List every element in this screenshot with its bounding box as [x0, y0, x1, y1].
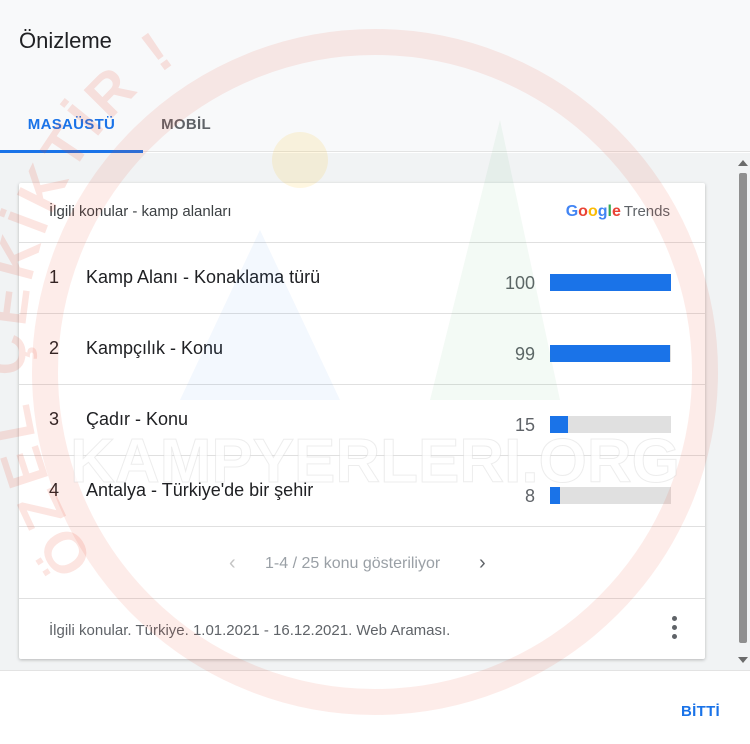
topic-bar-track: [550, 416, 671, 433]
scrollbar[interactable]: [736, 153, 750, 670]
topic-rank: 2: [49, 338, 60, 358]
tab-mobile[interactable]: MOBİL: [143, 96, 229, 152]
tab-desktop[interactable]: MASAÜSTÜ: [0, 96, 143, 153]
list-item[interactable]: 4 Antalya - Türkiye'de bir şehir 8: [19, 456, 705, 527]
logo-letter-e: e: [611, 203, 621, 220]
topic-rank: 1: [49, 267, 60, 287]
done-button[interactable]: BİTTİ: [681, 703, 720, 720]
dialog-title: Önizleme: [19, 28, 112, 53]
topics-list: 1 Kamp Alanı - Konaklama türü 100 2 Kamp…: [19, 243, 705, 527]
scroll-up-icon[interactable]: [738, 160, 748, 166]
scroll-down-icon[interactable]: [738, 657, 748, 663]
logo-letter-o1: o: [578, 203, 588, 220]
topic-bar-fill: [550, 416, 569, 433]
topic-label: Kampçılık - Konu: [86, 338, 224, 358]
chevron-right-icon[interactable]: ›: [479, 552, 486, 575]
chevron-left-icon[interactable]: ‹: [229, 552, 236, 575]
logo-letter-g1: G: [565, 203, 579, 220]
list-item[interactable]: 3 Çadır - Konu 15: [19, 385, 705, 456]
pagination: ‹ 1-4 / 25 konu gösteriliyor ›: [19, 528, 705, 599]
preview-content: İlgili konular - kamp alanları G o o g l…: [0, 153, 750, 670]
topic-bar-track: [550, 487, 671, 504]
preview-dialog: Önizleme MASAÜSTÜ MOBİL İlgili konular -…: [0, 0, 750, 744]
topic-bar-track: [550, 345, 671, 362]
topic-label: Kamp Alanı - Konaklama türü: [86, 267, 321, 287]
device-tabs: MASAÜSTÜ MOBİL: [0, 96, 750, 153]
logo-letter-g2: g: [597, 203, 608, 220]
dialog-actions: BİTTİ: [0, 670, 750, 744]
card-title: İlgili konular - kamp alanları: [49, 203, 232, 220]
list-item[interactable]: 2 Kampçılık - Konu 99: [19, 314, 705, 385]
list-item[interactable]: 1 Kamp Alanı - Konaklama türü 100: [19, 243, 705, 314]
topic-bar-fill: [550, 274, 671, 291]
card-header: İlgili konular - kamp alanları G o o g l…: [19, 183, 705, 243]
google-trends-logo: G o o g l e Trends: [566, 203, 670, 221]
card-footer-text: İlgili konular. Türkiye. 1.01.2021 - 16.…: [49, 622, 451, 639]
topic-bar-fill: [550, 487, 560, 504]
topic-rank: 3: [49, 409, 60, 429]
related-topics-card: İlgili konular - kamp alanları G o o g l…: [19, 183, 705, 659]
topic-bar-fill: [550, 345, 670, 362]
topic-label: Antalya - Türkiye'de bir şehir: [86, 480, 314, 500]
topic-bar-track: [550, 274, 671, 291]
pagination-status: 1-4 / 25 konu gösteriliyor: [265, 555, 441, 572]
topic-label: Çadır - Konu: [86, 409, 189, 429]
topic-value: 100: [504, 273, 535, 293]
more-vert-icon[interactable]: [671, 616, 679, 640]
logo-letter-o2: o: [587, 203, 598, 220]
card-footer: İlgili konular. Türkiye. 1.01.2021 - 16.…: [19, 600, 705, 659]
scrollbar-thumb[interactable]: [739, 173, 747, 643]
topic-value: 15: [514, 415, 535, 435]
topic-value: 8: [524, 486, 535, 506]
logo-trends-text: Trends: [623, 203, 670, 220]
topic-value: 99: [514, 344, 535, 364]
topic-rank: 4: [49, 480, 60, 500]
dialog-header: Önizleme MASAÜSTÜ MOBİL: [0, 0, 750, 153]
